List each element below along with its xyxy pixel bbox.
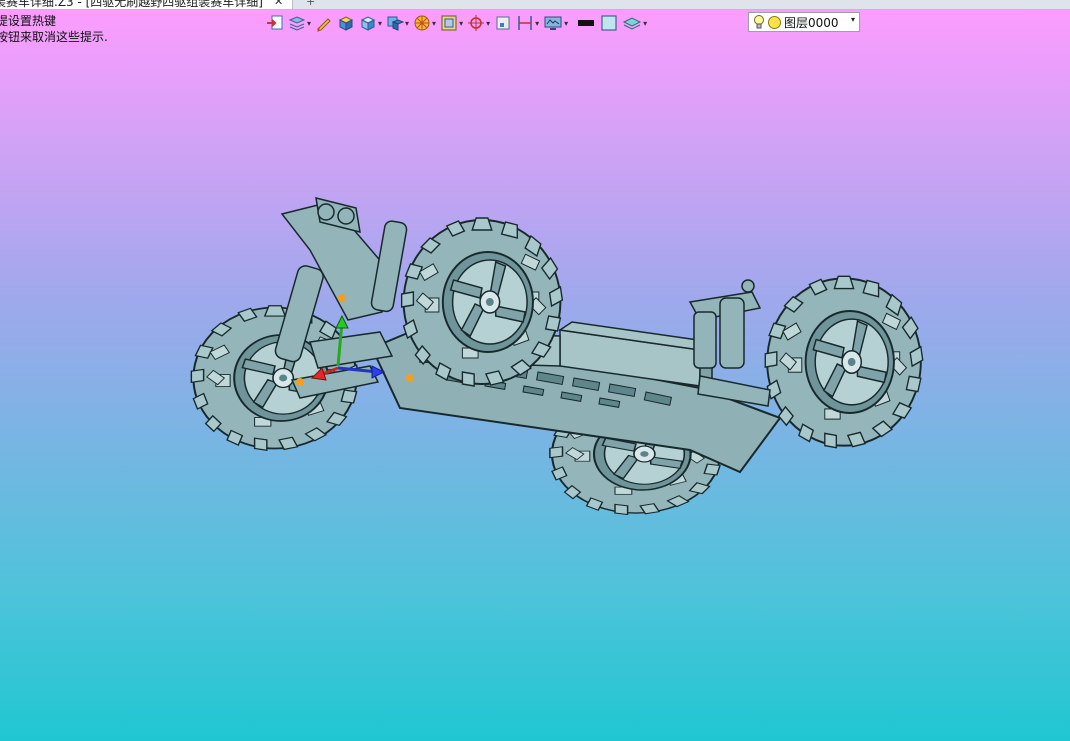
- face-color-swatch: [601, 15, 617, 31]
- render-mode-button[interactable]: ▾: [386, 12, 409, 34]
- import-button[interactable]: [266, 12, 284, 34]
- solid-button[interactable]: [337, 12, 355, 34]
- rear-right-wheel[interactable]: [764, 275, 924, 449]
- dimension-icon: [518, 16, 532, 30]
- face-color-button[interactable]: [600, 12, 618, 34]
- render-mode-icon: [387, 16, 405, 31]
- dropdown-arrow-icon[interactable]: ▾: [405, 19, 409, 28]
- layer-stack-icon: [623, 17, 642, 30]
- snap-button[interactable]: ▾: [467, 12, 490, 34]
- line-color-button[interactable]: [576, 12, 596, 34]
- layer-select[interactable]: 图层0000 ▾: [748, 12, 860, 32]
- display-icon: [544, 16, 562, 30]
- document-tab[interactable]: 装赛车详细.Z3 - [四驱无刷越野四驱组装赛车详细] ✕: [0, 0, 293, 9]
- display-button[interactable]: ▾: [543, 12, 568, 34]
- new-tab-icon[interactable]: +: [306, 0, 315, 8]
- dropdown-arrow-icon[interactable]: ▾: [643, 19, 647, 28]
- view-cube-icon: [360, 16, 376, 31]
- frame-button[interactable]: ▾: [440, 12, 463, 34]
- main-toolbar: ▾ ▾ ▾ ▾ ▾ ▾ ▾ ▾ ▾: [266, 11, 651, 35]
- view-cube-button[interactable]: ▾: [359, 12, 382, 34]
- shading-icon: [414, 15, 430, 31]
- layer-color-icon: [768, 15, 781, 29]
- dropdown-arrow-icon[interactable]: ▾: [378, 19, 382, 28]
- target-icon: [468, 15, 485, 31]
- dropdown-arrow-icon[interactable]: ▾: [307, 19, 311, 28]
- close-tab-icon[interactable]: ✕: [274, 0, 283, 9]
- box-button[interactable]: [494, 12, 512, 34]
- document-tab-bar: 装赛车详细.Z3 - [四驱无刷越野四驱组装赛车详细] ✕ +: [0, 0, 1070, 10]
- 3d-viewport[interactable]: [0, 36, 1070, 741]
- document-tab-title: 装赛车详细.Z3 - [四驱无刷越野四驱组装赛车详细]: [0, 0, 263, 9]
- dropdown-arrow-icon[interactable]: ▾: [432, 19, 436, 28]
- import-icon: [267, 15, 283, 30]
- sketch-button[interactable]: [315, 12, 333, 34]
- line-color-swatch: [578, 20, 595, 26]
- small-box-icon: [496, 16, 510, 30]
- layers-button[interactable]: ▾: [288, 12, 311, 34]
- hint-line-1: 提设置热键: [0, 14, 57, 28]
- frame-icon: [441, 15, 457, 31]
- pencil-icon: [317, 18, 331, 32]
- solid-box-icon: [338, 16, 354, 31]
- layer-select-value: 图层0000: [784, 15, 839, 30]
- rear-suspension: [688, 279, 771, 407]
- layer-manager-button[interactable]: ▾: [622, 12, 647, 34]
- chevron-down-icon[interactable]: ▾: [851, 15, 855, 24]
- dimension-button[interactable]: ▾: [516, 12, 539, 34]
- layers-stack-icon: [288, 16, 306, 31]
- dropdown-arrow-icon[interactable]: ▾: [459, 19, 463, 28]
- dropdown-arrow-icon[interactable]: ▾: [486, 19, 490, 28]
- dropdown-arrow-icon[interactable]: ▾: [564, 19, 568, 28]
- lightbulb-icon: [754, 15, 764, 29]
- rc-car-chassis-model[interactable]: [0, 36, 1070, 741]
- shading-button[interactable]: ▾: [413, 12, 436, 34]
- dropdown-arrow-icon[interactable]: ▾: [535, 19, 539, 28]
